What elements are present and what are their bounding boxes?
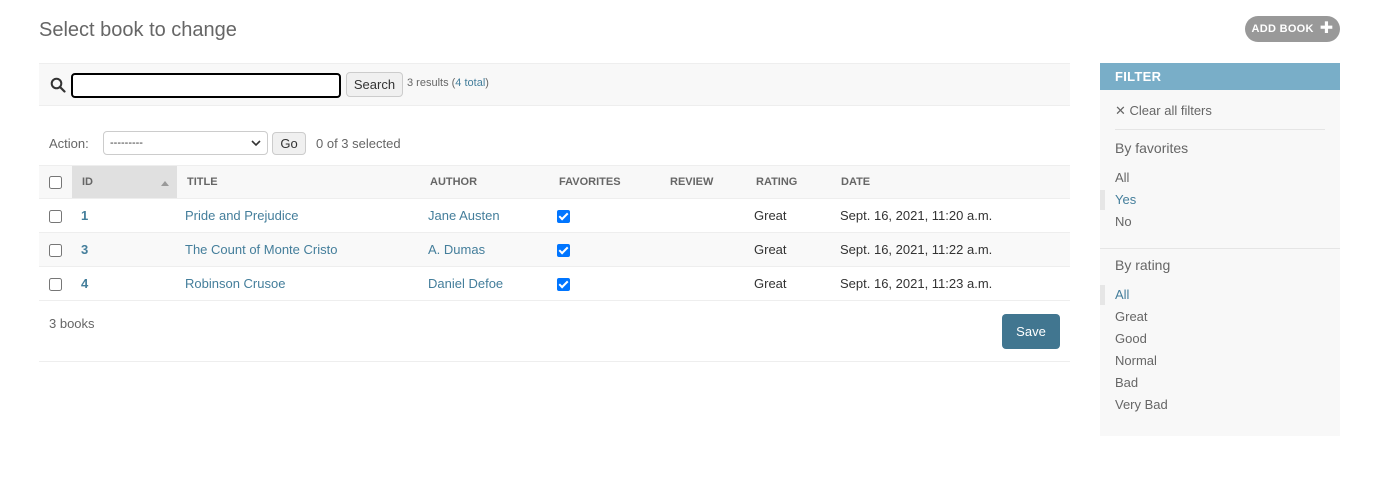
id-cell: 3 — [72, 232, 177, 267]
clear-filters-label: Clear all filters — [1129, 103, 1212, 118]
id-link[interactable]: 3 — [81, 242, 88, 257]
author-link[interactable]: A. Dumas — [428, 242, 485, 257]
filter-header: FILTER — [1100, 63, 1340, 90]
id-link[interactable]: 1 — [81, 208, 88, 223]
column-header-title[interactable]: TITLE — [177, 165, 420, 199]
total-link[interactable]: 4 total — [455, 77, 485, 89]
author-cell: A. Dumas — [420, 232, 549, 267]
author-link[interactable]: Jane Austen — [428, 208, 500, 223]
title-cell: The Count of Monte Cristo — [177, 232, 420, 267]
results-table: ID TITLE AUTHOR FAVORITES REVIEW RATING … — [39, 165, 1070, 301]
table-row: 4 Robinson Crusoe Daniel Defoe Great Sep… — [39, 266, 1070, 301]
favorite-checkbox[interactable] — [557, 210, 570, 224]
review-cell — [660, 266, 746, 301]
filter-group-title: By rating — [1115, 257, 1171, 273]
sort-ascending-icon[interactable] — [161, 181, 169, 186]
results-close: ) — [485, 77, 489, 89]
filter-option-rating-bad[interactable]: Bad — [1115, 375, 1138, 390]
save-button[interactable]: Save — [1002, 314, 1060, 349]
table-header-row: ID TITLE AUTHOR FAVORITES REVIEW RATING … — [39, 165, 1070, 199]
title-cell: Pride and Prejudice — [177, 198, 420, 233]
favorites-cell — [549, 198, 660, 233]
author-cell: Jane Austen — [420, 198, 549, 233]
rating-cell: Great — [746, 232, 831, 267]
filter-panel: FILTER ✕ Clear all filters By favorites … — [1099, 63, 1340, 436]
column-header-id[interactable]: ID — [72, 165, 177, 199]
title-cell: Robinson Crusoe — [177, 266, 420, 301]
table-row: 3 The Count of Monte Cristo A. Dumas Gre… — [39, 232, 1070, 267]
title-link[interactable]: Robinson Crusoe — [185, 276, 285, 291]
add-book-button[interactable]: ADD BOOK ✚ — [1245, 16, 1340, 42]
filter-option-rating-very-bad[interactable]: Very Bad — [1115, 397, 1168, 412]
favorite-checkbox[interactable] — [557, 278, 570, 292]
rating-cell: Great — [746, 266, 831, 301]
row-select-cell — [39, 232, 72, 267]
page-title: Select book to change — [39, 19, 237, 41]
column-header-date[interactable]: DATE — [831, 165, 1070, 199]
filter-divider — [1115, 129, 1325, 130]
clear-filters-link[interactable]: ✕ Clear all filters — [1115, 103, 1212, 119]
column-header-rating[interactable]: RATING — [746, 165, 831, 199]
row-select-cell — [39, 198, 72, 233]
search-button[interactable]: Search — [346, 72, 403, 97]
search-toolbar: Search 3 results (4 total) — [39, 63, 1070, 106]
row-select-cell — [39, 266, 72, 301]
favorites-cell — [549, 266, 660, 301]
close-icon: ✕ — [1115, 103, 1126, 118]
go-button[interactable]: Go — [272, 132, 306, 155]
table-row: 1 Pride and Prejudice Jane Austen Great … — [39, 198, 1070, 233]
search-icon — [50, 77, 66, 93]
column-header-favorites[interactable]: FAVORITES — [549, 165, 660, 199]
action-selected-value: --------- — [110, 137, 143, 149]
column-label: ID — [82, 176, 93, 188]
search-input[interactable] — [71, 73, 341, 98]
result-count: 3 books — [49, 316, 95, 331]
review-cell — [660, 198, 746, 233]
selected-counter: 0 of 3 selected — [316, 136, 401, 151]
search-results-summary: 3 results (4 total) — [407, 77, 489, 89]
author-link[interactable]: Daniel Defoe — [428, 276, 503, 291]
filter-option-favorites-no[interactable]: No — [1115, 214, 1132, 229]
filter-option-rating-great[interactable]: Great — [1115, 309, 1148, 324]
add-book-label: ADD BOOK — [1251, 23, 1314, 35]
results-count: 3 results ( — [407, 77, 456, 89]
review-cell — [660, 232, 746, 267]
title-link[interactable]: The Count of Monte Cristo — [185, 242, 337, 257]
row-checkbox[interactable] — [49, 210, 62, 224]
filter-option-favorites-all[interactable]: All — [1115, 170, 1129, 185]
rating-cell: Great — [746, 198, 831, 233]
filter-group-title: By favorites — [1115, 140, 1189, 156]
favorite-checkbox[interactable] — [557, 244, 570, 258]
filter-option-rating-normal[interactable]: Normal — [1115, 353, 1157, 368]
row-checkbox[interactable] — [49, 244, 62, 258]
select-all-cell — [39, 165, 72, 199]
action-label: Action: — [49, 136, 89, 151]
id-cell: 1 — [72, 198, 177, 233]
filter-option-rating-all[interactable]: All — [1099, 285, 1129, 305]
author-cell: Daniel Defoe — [420, 266, 549, 301]
title-link[interactable]: Pride and Prejudice — [185, 208, 298, 223]
id-link[interactable]: 4 — [81, 276, 88, 291]
select-all-checkbox[interactable] — [49, 175, 62, 189]
id-cell: 4 — [72, 266, 177, 301]
paginator: 3 books Save — [39, 300, 1070, 362]
filter-option-favorites-yes[interactable]: Yes — [1099, 190, 1136, 210]
chevron-down-icon — [251, 140, 261, 147]
date-cell: Sept. 16, 2021, 11:22 a.m. — [831, 232, 1070, 267]
action-select[interactable]: --------- — [103, 131, 268, 155]
date-cell: Sept. 16, 2021, 11:23 a.m. — [831, 266, 1070, 301]
plus-icon: ✚ — [1319, 19, 1334, 37]
column-header-author[interactable]: AUTHOR — [420, 165, 549, 199]
filter-option-rating-good[interactable]: Good — [1115, 331, 1147, 346]
favorites-cell — [549, 232, 660, 267]
row-checkbox[interactable] — [49, 278, 62, 292]
date-cell: Sept. 16, 2021, 11:20 a.m. — [831, 198, 1070, 233]
column-header-review[interactable]: REVIEW — [660, 165, 746, 199]
filter-divider — [1100, 248, 1340, 249]
